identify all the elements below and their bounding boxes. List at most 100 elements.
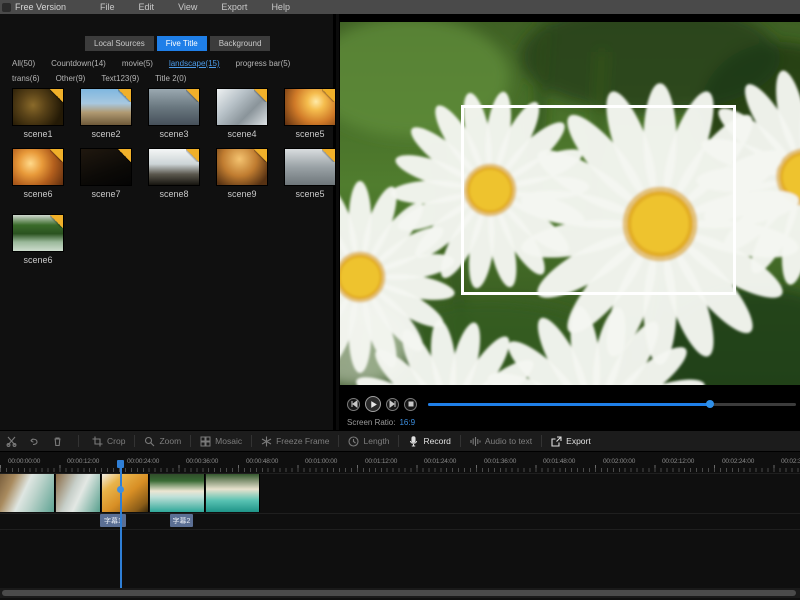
- ruler-timecode: 00:01:12:00: [365, 458, 397, 465]
- category-text123[interactable]: Text123(9): [101, 74, 139, 83]
- split-button[interactable]: [6, 436, 17, 447]
- timeline-video-clip[interactable]: [56, 474, 101, 512]
- zoom-button[interactable]: Zoom: [144, 436, 181, 447]
- category-movie[interactable]: movie(5): [122, 59, 153, 68]
- crop-button[interactable]: Crop: [92, 436, 125, 447]
- scene-label: scene9: [214, 189, 270, 199]
- template-fold-icon: [322, 149, 335, 162]
- menu-bar: Free Version File Edit View Export Help: [0, 0, 800, 14]
- scene-thumbnail[interactable]: [284, 88, 336, 126]
- ruler-timecode: 00:00:12:00: [67, 458, 99, 465]
- seek-bar-knob[interactable]: [706, 400, 714, 408]
- length-button[interactable]: Length: [348, 436, 389, 447]
- toolbar-separator: [134, 435, 135, 447]
- tab-background[interactable]: Background: [210, 36, 271, 51]
- scene-label: scene4: [214, 129, 270, 139]
- category-all[interactable]: All(50): [12, 59, 35, 68]
- template-fold-icon: [50, 89, 63, 102]
- mosaic-button[interactable]: Mosaic: [200, 436, 242, 447]
- ruler-timecode: 00:02:12:00: [662, 458, 694, 465]
- tab-five-title[interactable]: Five Title: [157, 36, 207, 51]
- timeline-video-clip[interactable]: [206, 474, 260, 512]
- ruler-timecode: 00:02:24:00: [722, 458, 754, 465]
- category-title2[interactable]: Title 2(0): [155, 74, 186, 83]
- ruler-timecode: 00:00:00:00: [8, 458, 40, 465]
- playhead-line[interactable]: [120, 460, 122, 588]
- skip-end-button[interactable]: [386, 398, 399, 411]
- scene-item: scene7: [78, 148, 134, 199]
- timeline-video-clip[interactable]: [102, 474, 149, 512]
- freeze-frame-button[interactable]: Freeze Frame: [261, 436, 329, 447]
- screen-ratio-label: Screen Ratio:: [347, 418, 395, 427]
- scene-item: scene9: [214, 148, 270, 199]
- subtitle-clip[interactable]: 字幕2: [170, 514, 193, 527]
- template-fold-icon: [118, 89, 131, 102]
- menu-export[interactable]: Export: [221, 2, 247, 12]
- menu-file[interactable]: File: [100, 2, 115, 12]
- seek-bar[interactable]: [428, 403, 796, 406]
- record-button[interactable]: Record: [408, 436, 450, 447]
- ruler-timecode: 00:00:48:00: [246, 458, 278, 465]
- audio-to-text-button[interactable]: Audio to text: [470, 436, 532, 447]
- menu-view[interactable]: View: [178, 2, 197, 12]
- toolbar-separator: [460, 435, 461, 447]
- menu-edit[interactable]: Edit: [139, 2, 155, 12]
- export-button[interactable]: Export: [551, 436, 591, 447]
- category-landscape[interactable]: landscape(15): [169, 59, 220, 68]
- skip-start-button[interactable]: [347, 398, 360, 411]
- length-label: Length: [363, 436, 389, 446]
- category-other[interactable]: Other(9): [56, 74, 86, 83]
- screen-ratio: Screen Ratio: 16:9: [347, 418, 415, 427]
- scene-item: scene6: [10, 214, 66, 265]
- template-fold-icon: [254, 149, 267, 162]
- screen-ratio-value[interactable]: 16:9: [399, 418, 415, 427]
- scene-thumbnail[interactable]: [216, 88, 268, 126]
- template-fold-icon: [186, 149, 199, 162]
- scene-thumbnail[interactable]: [148, 148, 200, 186]
- timeline-video-clip[interactable]: [0, 474, 55, 512]
- scene-thumbnail[interactable]: [148, 88, 200, 126]
- delete-button[interactable]: [52, 436, 63, 447]
- tab-local-sources[interactable]: Local Sources: [85, 36, 154, 51]
- toolbar-separator: [190, 435, 191, 447]
- scene-label: scene8: [146, 189, 202, 199]
- scene-item: scene5: [282, 148, 338, 199]
- stop-button[interactable]: [404, 398, 417, 411]
- scene-thumbnail[interactable]: [284, 148, 336, 186]
- subtitle-clip[interactable]: 字幕1: [100, 514, 126, 527]
- ruler-timecode: 00:01:48:00: [543, 458, 575, 465]
- category-countdown[interactable]: Countdown(14): [51, 59, 106, 68]
- audio-to-text-label: Audio to text: [485, 436, 532, 446]
- scene-label: scene2: [78, 129, 134, 139]
- scene-item: scene6: [10, 148, 66, 199]
- freeze-frame-label: Freeze Frame: [276, 436, 329, 446]
- scene-thumbnail[interactable]: [12, 214, 64, 252]
- timeline-horizontal-scrollbar[interactable]: [0, 588, 800, 598]
- template-fold-icon: [322, 89, 335, 102]
- scene-thumbnail[interactable]: [80, 88, 132, 126]
- scene-item: scene8: [146, 148, 202, 199]
- scrollbar-thumb[interactable]: [2, 590, 796, 596]
- playhead-drag-dot[interactable]: [117, 486, 124, 493]
- preview-panel: Screen Ratio: 16:9: [339, 14, 800, 430]
- category-progress-bar[interactable]: progress bar(5): [236, 59, 291, 68]
- play-button[interactable]: [365, 396, 381, 412]
- ruler-timecode: 00:00:36:00: [186, 458, 218, 465]
- template-fold-icon: [118, 149, 131, 162]
- menu-help[interactable]: Help: [271, 2, 290, 12]
- scene-thumbnail[interactable]: [12, 148, 64, 186]
- category-row-1: All(50) Countdown(14) movie(5) landscape…: [12, 59, 290, 68]
- scene-thumbnail[interactable]: [12, 88, 64, 126]
- playhead-handle[interactable]: [117, 460, 124, 468]
- ruler-timecode: 00:02:36:00: [781, 458, 800, 465]
- scene-label: scene1: [10, 129, 66, 139]
- scene-thumbnail[interactable]: [80, 148, 132, 186]
- category-trans[interactable]: trans(6): [12, 74, 40, 83]
- scene-thumbnail[interactable]: [216, 148, 268, 186]
- undo-button[interactable]: [29, 436, 40, 447]
- toolbar-separator: [251, 435, 252, 447]
- crop-overlay-rect[interactable]: [461, 105, 736, 295]
- timeline-video-clip[interactable]: [150, 474, 205, 512]
- ruler-timecode: 00:02:00:00: [603, 458, 635, 465]
- video-preview[interactable]: [340, 22, 800, 385]
